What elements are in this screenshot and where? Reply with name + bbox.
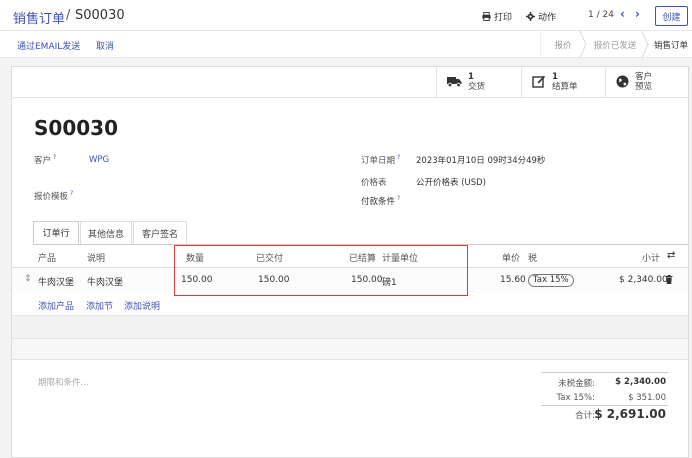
customer-field[interactable]: WPG	[89, 155, 109, 165]
control-panel: 销售订单 / S00030 打印 动作 1 / 24 ‹ › 创建	[0, 0, 692, 31]
col-unit-price[interactable]: 单价	[502, 251, 520, 264]
totals-top-border	[541, 372, 668, 373]
col-subtotal[interactable]: 小计	[642, 251, 660, 264]
truck-icon	[447, 77, 462, 87]
customer-label: 客户?	[34, 154, 57, 166]
total-divider	[541, 405, 668, 406]
pager-prev-icon[interactable]: ‹	[620, 7, 625, 21]
col-taxes[interactable]: 税	[528, 251, 537, 264]
cancel-button[interactable]: 取消	[96, 39, 114, 52]
row-product[interactable]: 牛肉汉堡	[38, 275, 74, 288]
pricelist-field[interactable]: 公开价格表 (USD)	[416, 176, 486, 188]
highlight-box	[174, 245, 468, 296]
stat-button-customer-preview[interactable]: 客户 预览	[605, 66, 689, 97]
create-button[interactable]: 创建	[655, 6, 688, 26]
invoice-icon	[532, 75, 546, 88]
breadcrumb-parent[interactable]: 销售订单	[13, 8, 65, 27]
stat-delivery-label: 交货	[468, 81, 486, 92]
add-note-link[interactable]: 添加说明	[124, 299, 160, 312]
globe-icon	[616, 75, 629, 88]
tax-amount-label: Tax 15%:	[556, 393, 595, 403]
stat-preview-line2: 预览	[635, 81, 653, 92]
stage-quotation[interactable]: 报价	[542, 32, 584, 57]
record-title: S00030	[34, 116, 118, 140]
breadcrumb-separator: /	[66, 8, 71, 23]
col-product[interactable]: 产品	[38, 251, 56, 264]
template-label: 报价模板?	[34, 190, 74, 202]
trash-icon[interactable]	[665, 275, 673, 284]
row-description[interactable]: 牛肉汉堡	[87, 275, 123, 288]
print-button[interactable]: 打印	[482, 10, 512, 23]
stat-invoice-label: 结算单	[552, 81, 578, 92]
print-label: 打印	[494, 13, 513, 23]
stat-button-delivery[interactable]: 1 交货	[436, 66, 521, 97]
payment-terms-label: 付款条件?	[361, 195, 401, 207]
row-unit-price[interactable]: 15.60	[500, 275, 526, 285]
stat-invoice-count: 1	[552, 71, 558, 82]
tab-customer-signature[interactable]: 客户签名	[133, 221, 187, 244]
row-drag-handle-icon[interactable]: ⇕	[24, 274, 32, 284]
col-description[interactable]: 说明	[87, 251, 105, 264]
untaxed-amount-label: 未税金额:	[558, 379, 595, 389]
column-toggle-icon[interactable]: ⇄	[667, 250, 675, 261]
untaxed-amount-value: $ 2,340.00	[615, 377, 666, 387]
add-product-link[interactable]: 添加产品	[38, 299, 74, 312]
tab-other-info[interactable]: 其他信息	[80, 221, 132, 244]
stat-button-invoice[interactable]: 1 结算单	[521, 66, 605, 97]
action-button[interactable]: 动作	[526, 10, 556, 23]
add-section-link[interactable]: 添加节	[86, 299, 113, 312]
order-date-label: 订单日期?	[361, 154, 401, 166]
stage-quotation-sent[interactable]: 报价已发送	[588, 32, 642, 57]
action-label: 动作	[538, 13, 557, 23]
stage-sales-order[interactable]: 销售订单	[650, 32, 692, 57]
breadcrumb-current: S00030	[75, 8, 125, 23]
terms-field[interactable]: 期限和条件...	[38, 376, 89, 388]
button-box-divider	[12, 97, 688, 98]
tax-amount-value: $ 351.00	[628, 393, 666, 403]
order-date-field[interactable]: 2023年01月10日 09时34分49秒	[416, 154, 545, 166]
table-empty-row	[12, 315, 688, 338]
pager-next-icon[interactable]: ›	[635, 7, 640, 21]
table-empty-row	[12, 338, 688, 360]
send-email-button[interactable]: 通过EMAIL发送	[17, 39, 80, 52]
pricelist-label: 价格表	[361, 178, 387, 188]
row-tax-badge[interactable]: Tax 15%	[528, 274, 574, 287]
print-icon	[482, 12, 491, 21]
total-label: 合计:	[575, 411, 595, 421]
total-value: $ 2,691.00	[594, 407, 666, 421]
pager-value[interactable]: 1 / 24	[588, 10, 614, 20]
stat-delivery-count: 1	[468, 71, 474, 82]
row-subtotal: $ 2,340.00	[619, 275, 668, 285]
tab-order-lines[interactable]: 订单行	[33, 221, 79, 244]
stat-preview-line1: 客户	[635, 71, 653, 82]
gear-icon	[526, 12, 535, 21]
